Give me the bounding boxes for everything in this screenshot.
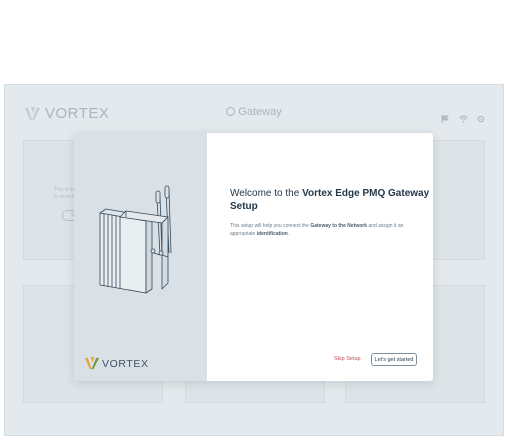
welcome-heading-prefix: Welcome to the: [230, 188, 303, 199]
dialog-brand: VORTEX: [85, 357, 149, 370]
wifi-icon[interactable]: [459, 110, 468, 123]
gateway-device-icon: [99, 185, 172, 294]
desc-text: .: [287, 231, 290, 237]
desc-text: This setup will help you connect the: [230, 223, 311, 229]
welcome-description: This setup will help you connect the Gat…: [230, 222, 415, 238]
vortex-logo-icon: [85, 357, 99, 370]
header-actions: [441, 110, 485, 123]
desc-emphasis: identification: [256, 231, 288, 237]
skip-setup-button[interactable]: Skip Setup: [334, 356, 361, 362]
dialog-content: Welcome to the Vortex Edge PMQ Gateway S…: [207, 133, 433, 381]
flag-icon[interactable]: [441, 110, 449, 123]
gateway-icon: [226, 107, 236, 116]
desc-emphasis: Gateway to the Network: [310, 223, 368, 229]
welcome-heading: Welcome to the Vortex Edge PMQ Gateway S…: [230, 187, 433, 213]
page-title: Gateway: [5, 106, 503, 118]
dialog-brand-text: VORTEX: [102, 357, 149, 370]
page-title-text: Gateway: [238, 106, 282, 118]
dialog-illustration-panel: VORTEX: [74, 133, 207, 381]
get-started-button[interactable]: Let's get started: [371, 353, 417, 366]
setup-dialog: VORTEX Welcome to the Vortex Edge PMQ Ga…: [74, 133, 433, 381]
gear-icon[interactable]: [477, 110, 485, 123]
background-hint-line1: This is th: [54, 187, 75, 193]
background-hint-line2: to search: [54, 194, 75, 200]
